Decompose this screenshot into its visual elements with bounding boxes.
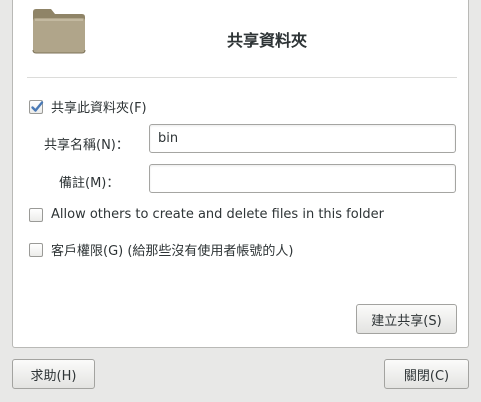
allow-others-checkbox[interactable]: Allow others to create and delete files … (29, 207, 384, 222)
comment-label: 備註(M)： (59, 176, 120, 191)
close-button[interactable]: 關閉(C) (384, 359, 469, 389)
header-divider (27, 77, 457, 78)
comment-input[interactable] (149, 164, 456, 193)
folder-icon (31, 6, 87, 56)
allow-others-label: Allow others to create and delete files … (51, 207, 384, 222)
checkbox-unchecked-icon[interactable] (29, 207, 43, 222)
guest-access-label: 客戶權限(G) (給那些沒有使用者帳號的人) (51, 244, 294, 259)
share-name-input[interactable] (149, 124, 456, 153)
share-name-label: 共享名稱(N)： (44, 138, 129, 153)
share-folder-label: 共享此資料夾(F) (51, 101, 147, 116)
checkbox-checked-icon[interactable] (29, 99, 44, 114)
create-share-button[interactable]: 建立共享(S) (356, 304, 457, 334)
dialog-content-panel: 共享資料夾 共享此資料夾(F) 共享名稱(N)： 備註(M)： Allow ot… (12, 0, 469, 348)
guest-access-checkbox[interactable]: 客戶權限(G) (給那些沒有使用者帳號的人) (29, 240, 294, 259)
share-folder-checkbox[interactable]: 共享此資料夾(F) (29, 97, 147, 116)
checkbox-unchecked-icon[interactable] (29, 242, 43, 257)
help-button[interactable]: 求助(H) (12, 359, 95, 389)
dialog-title: 共享資料夾 (227, 31, 308, 50)
